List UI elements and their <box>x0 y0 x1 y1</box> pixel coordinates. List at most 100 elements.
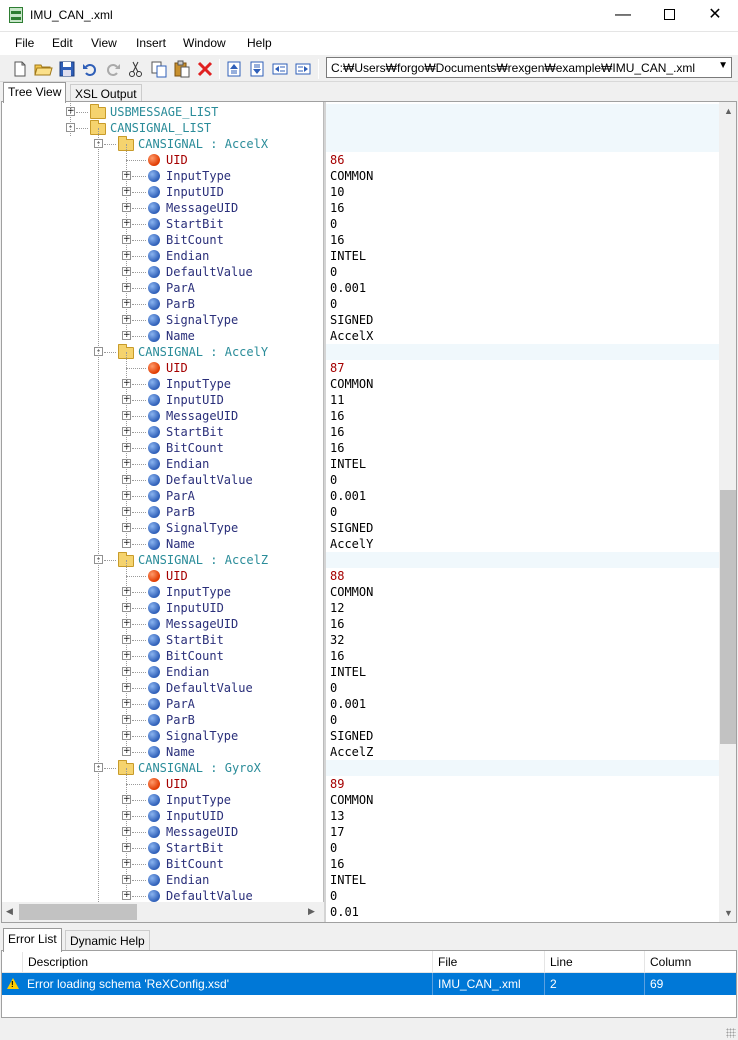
scroll-right-icon[interactable]: ▶ <box>308 906 315 917</box>
field-value[interactable]: INTEL <box>330 456 366 472</box>
menu-view[interactable]: View <box>91 36 117 50</box>
field-value[interactable]: 16 <box>330 856 344 872</box>
field-value[interactable]: SIGNED <box>330 520 373 536</box>
field-value[interactable]: 0 <box>330 472 337 488</box>
open-folder-icon[interactable] <box>33 59 53 79</box>
field-value[interactable]: SIGNED <box>330 312 373 328</box>
signal-node-label[interactable]: CANSIGNAL : GyroX <box>138 760 261 776</box>
scroll-down-icon[interactable]: ▼ <box>724 908 733 918</box>
field-value[interactable]: AccelX <box>330 328 373 344</box>
column-header-column[interactable]: Column <box>644 951 736 973</box>
menu-window[interactable]: Window <box>183 36 226 50</box>
paste-icon[interactable] <box>172 59 192 79</box>
undo-icon[interactable] <box>80 59 100 79</box>
field-value[interactable]: 0 <box>330 712 337 728</box>
new-file-icon[interactable] <box>10 59 30 79</box>
chevron-down-icon[interactable]: ▼ <box>718 60 728 71</box>
element-node-icon <box>148 698 160 710</box>
column-header-line[interactable]: Line <box>544 951 644 973</box>
field-value[interactable]: COMMON <box>330 584 373 600</box>
value-pane[interactable]: 86 COMMON 10 16 0 16 INTEL 0 0.001 0 SIGNED AccelX 8… <box>326 102 719 922</box>
field-value[interactable]: COMMON <box>330 168 373 184</box>
field-value[interactable]: 0.001 <box>330 280 366 296</box>
tab-dynamic-help[interactable]: Dynamic Help <box>65 930 150 951</box>
menu-insert[interactable]: Insert <box>136 36 166 50</box>
close-button[interactable]: ✕ <box>692 0 738 31</box>
indent-right-icon[interactable] <box>293 59 313 79</box>
save-icon[interactable] <box>57 59 77 79</box>
vertical-scroll-thumb[interactable] <box>720 490 736 744</box>
tree-pane[interactable]: + USBMESSAGE_LIST - CANSIGNAL_LIST - CANSIGNA… <box>2 102 324 902</box>
delete-icon[interactable] <box>195 59 215 79</box>
field-value[interactable]: 13 <box>330 808 344 824</box>
field-value[interactable]: 86 <box>330 152 344 168</box>
field-key: SignalType <box>166 729 239 743</box>
field-value[interactable]: 32 <box>330 632 344 648</box>
horizontal-scroll-thumb[interactable] <box>19 904 137 920</box>
field-value[interactable]: 16 <box>330 200 344 216</box>
field-value[interactable]: 0.001 <box>330 488 366 504</box>
field-value[interactable]: 0 <box>330 216 337 232</box>
field-value[interactable]: 16 <box>330 648 344 664</box>
field-value[interactable]: 0.01 <box>330 904 359 920</box>
field-value[interactable]: 89 <box>330 776 344 792</box>
column-header-file[interactable]: File <box>432 951 544 973</box>
field-value[interactable]: 12 <box>330 600 344 616</box>
field-value[interactable]: 87 <box>330 360 344 376</box>
field-value[interactable]: INTEL <box>330 664 366 680</box>
field-value[interactable]: COMMON <box>330 792 373 808</box>
copy-icon[interactable] <box>149 59 169 79</box>
field-value[interactable]: INTEL <box>330 248 366 264</box>
tab-tree-view[interactable]: Tree View <box>3 82 67 103</box>
field-value[interactable]: 88 <box>330 568 344 584</box>
field-value[interactable]: 0 <box>330 840 337 856</box>
field-value[interactable]: 16 <box>330 424 344 440</box>
field-value[interactable]: 0 <box>330 296 337 312</box>
field-value[interactable]: 0 <box>330 680 337 696</box>
scroll-up-icon[interactable]: ▲ <box>724 106 733 116</box>
element-node-icon <box>148 794 160 806</box>
field-value[interactable]: 16 <box>330 440 344 456</box>
column-header-description[interactable]: Description <box>22 951 432 973</box>
field-value[interactable]: 0 <box>330 504 337 520</box>
tree-connector <box>126 144 127 336</box>
field-value[interactable]: 16 <box>330 232 344 248</box>
file-path-combobox[interactable]: C:₩Users₩forgo₩Documents₩rexgen₩example₩… <box>326 57 732 78</box>
horizontal-scrollbar[interactable]: ◀ ▶ <box>2 902 324 922</box>
signal-node-separator: : <box>203 761 225 775</box>
menu-help[interactable]: Help <box>247 36 272 50</box>
field-value[interactable]: 16 <box>330 408 344 424</box>
field-value[interactable]: 17 <box>330 824 344 840</box>
field-value[interactable]: AccelY <box>330 536 373 552</box>
vertical-scrollbar[interactable]: ▲ ▼ <box>719 102 736 922</box>
menu-file[interactable]: File <box>15 36 34 50</box>
signal-node-label[interactable]: CANSIGNAL : AccelZ <box>138 552 268 568</box>
resize-grip-icon[interactable] <box>726 1028 736 1038</box>
tree-connector <box>70 102 71 136</box>
error-row[interactable]: ! Error loading schema 'ReXConfig.xsd' I… <box>2 973 736 995</box>
signal-node-label[interactable]: CANSIGNAL : AccelY <box>138 344 268 360</box>
field-value[interactable]: 0 <box>330 264 337 280</box>
field-value[interactable]: 10 <box>330 184 344 200</box>
cut-icon[interactable] <box>126 59 146 79</box>
field-value[interactable]: SIGNED <box>330 728 373 744</box>
menu-edit[interactable]: Edit <box>52 36 73 50</box>
toolbar: C:₩Users₩forgo₩Documents₩rexgen₩example₩… <box>0 54 738 82</box>
field-value[interactable]: 0.001 <box>330 696 366 712</box>
tab-error-list[interactable]: Error List <box>3 928 62 952</box>
field-value[interactable]: 0 <box>330 888 337 904</box>
scroll-left-icon[interactable]: ◀ <box>6 906 13 917</box>
move-down-icon[interactable] <box>247 59 267 79</box>
field-value[interactable]: 16 <box>330 616 344 632</box>
field-value[interactable]: 11 <box>330 392 344 408</box>
maximize-button[interactable] <box>646 0 692 31</box>
tab-xsl-output[interactable]: XSL Output <box>70 84 142 102</box>
field-value[interactable]: COMMON <box>330 376 373 392</box>
minimize-button[interactable]: — <box>600 0 646 31</box>
field-value[interactable]: INTEL <box>330 872 366 888</box>
redo-icon[interactable] <box>103 59 123 79</box>
move-up-icon[interactable] <box>224 59 244 79</box>
signal-node-label[interactable]: CANSIGNAL : AccelX <box>138 136 268 152</box>
indent-left-icon[interactable] <box>270 59 290 79</box>
field-value[interactable]: AccelZ <box>330 744 373 760</box>
